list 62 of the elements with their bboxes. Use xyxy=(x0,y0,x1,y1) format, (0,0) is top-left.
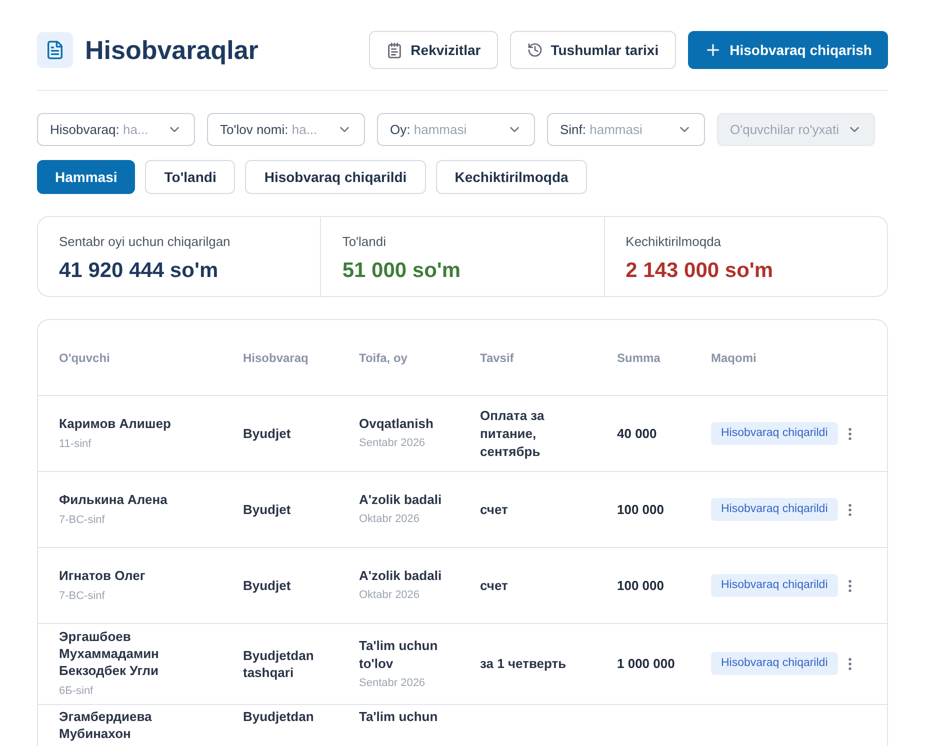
category-label: A'zolik badali xyxy=(359,567,443,586)
stat-label: Kechiktirilmoqda xyxy=(626,233,722,251)
document-icon xyxy=(386,42,403,58)
description-text: за 1 четверть xyxy=(480,654,568,673)
status-badge: Hisobvaraq chiqarildi xyxy=(711,574,838,598)
filter-dropdown[interactable]: Hisobvaraq: ha... xyxy=(37,113,195,146)
column-header: Toifa, oy xyxy=(359,350,408,364)
requisites-button[interactable]: Rekvizitlar xyxy=(368,31,498,69)
status-badge: Hisobvaraq chiqarildi xyxy=(711,498,838,522)
category-label: Ta'lim uchun xyxy=(359,708,439,726)
status-tab[interactable]: Hammasi xyxy=(37,160,136,194)
invoice-logo-icon xyxy=(37,32,73,68)
month-label: Sentabr 2026 xyxy=(359,436,426,452)
column-header: Summa xyxy=(617,350,660,364)
amount-text: 1 000 000 xyxy=(617,656,675,671)
filter-dropdown[interactable]: Sinf: hammasi xyxy=(547,113,705,146)
class-label: 6Б-sinf xyxy=(59,684,94,699)
stat-value: 41 920 444 so'm xyxy=(59,258,220,284)
month-label: Oktabr 2026 xyxy=(359,512,421,528)
history-icon xyxy=(526,42,543,58)
amount-text: 100 000 xyxy=(617,502,664,516)
status-badge: Hisobvaraq chiqarildi xyxy=(711,652,838,676)
create-invoice-button[interactable]: Hisobvaraq chiqarish xyxy=(688,31,888,69)
class-label: 11-sinf xyxy=(59,436,92,452)
filter-dropdown[interactable]: Oy: hammasi xyxy=(377,113,535,146)
status-tab[interactable]: Hisobvaraq chiqarildi xyxy=(245,160,426,194)
invoice-type: Byudjetdan xyxy=(243,708,315,724)
column-header: Maqomi xyxy=(711,350,756,364)
column-header: O'quvchi xyxy=(59,350,110,364)
page-title: Hisobvaraqlar xyxy=(85,34,258,66)
history-button[interactable]: Tushumlar tarixi xyxy=(510,31,676,69)
class-label: 7-BC-sinf xyxy=(59,512,106,528)
stat-value: 2 143 000 so'm xyxy=(626,258,774,284)
category-label: A'zolik badali xyxy=(359,491,443,510)
invoice-type: Byudjet xyxy=(243,425,292,442)
invoice-type: Byudjetdan tashqari xyxy=(243,646,315,681)
amount-text: 100 000 xyxy=(617,578,664,592)
invoice-type: Byudjet xyxy=(243,577,292,594)
student-name: Каримов Алишер xyxy=(59,414,172,432)
stat-label: Sentabr oyi uchun chiqarilgan xyxy=(59,233,232,251)
status-tab[interactable]: To'landi xyxy=(145,160,236,194)
description-text: Оплата за питание, сентябрь xyxy=(480,406,546,460)
stat-value: 51 000 so'm xyxy=(342,258,462,284)
student-name: Эргашбоев Мухаммадамин Бекзодбек Угли xyxy=(59,628,160,679)
status-tab[interactable]: Kechiktirilmoqda xyxy=(436,160,588,194)
stat-label: To'landi xyxy=(342,233,388,251)
filter-dropdown[interactable]: To'lov nomi: ha... xyxy=(207,113,365,146)
category-label: Ta'lim uchun to'lov xyxy=(359,636,439,672)
description-text: счет xyxy=(480,576,509,594)
invoice-type: Byudjet xyxy=(243,501,292,518)
student-name: Игнатов Олег xyxy=(59,566,146,584)
column-header: Tavsif xyxy=(480,350,514,364)
month-label: Sentabr 2026 xyxy=(359,676,426,690)
category-label: Ovqatlanish xyxy=(359,415,434,434)
class-label: 7-BC-sinf xyxy=(59,588,106,604)
student-name: Эгамбердиева Мубинахон xyxy=(59,708,153,742)
student-name: Филькина Алена xyxy=(59,490,168,508)
status-badge: Hisobvaraq chiqarildi xyxy=(711,422,838,446)
column-header: Hisobvaraq xyxy=(243,350,308,364)
amount-text: 40 000 xyxy=(617,426,657,440)
month-label: Oktabr 2026 xyxy=(359,588,421,604)
description-text: счет xyxy=(480,500,509,518)
